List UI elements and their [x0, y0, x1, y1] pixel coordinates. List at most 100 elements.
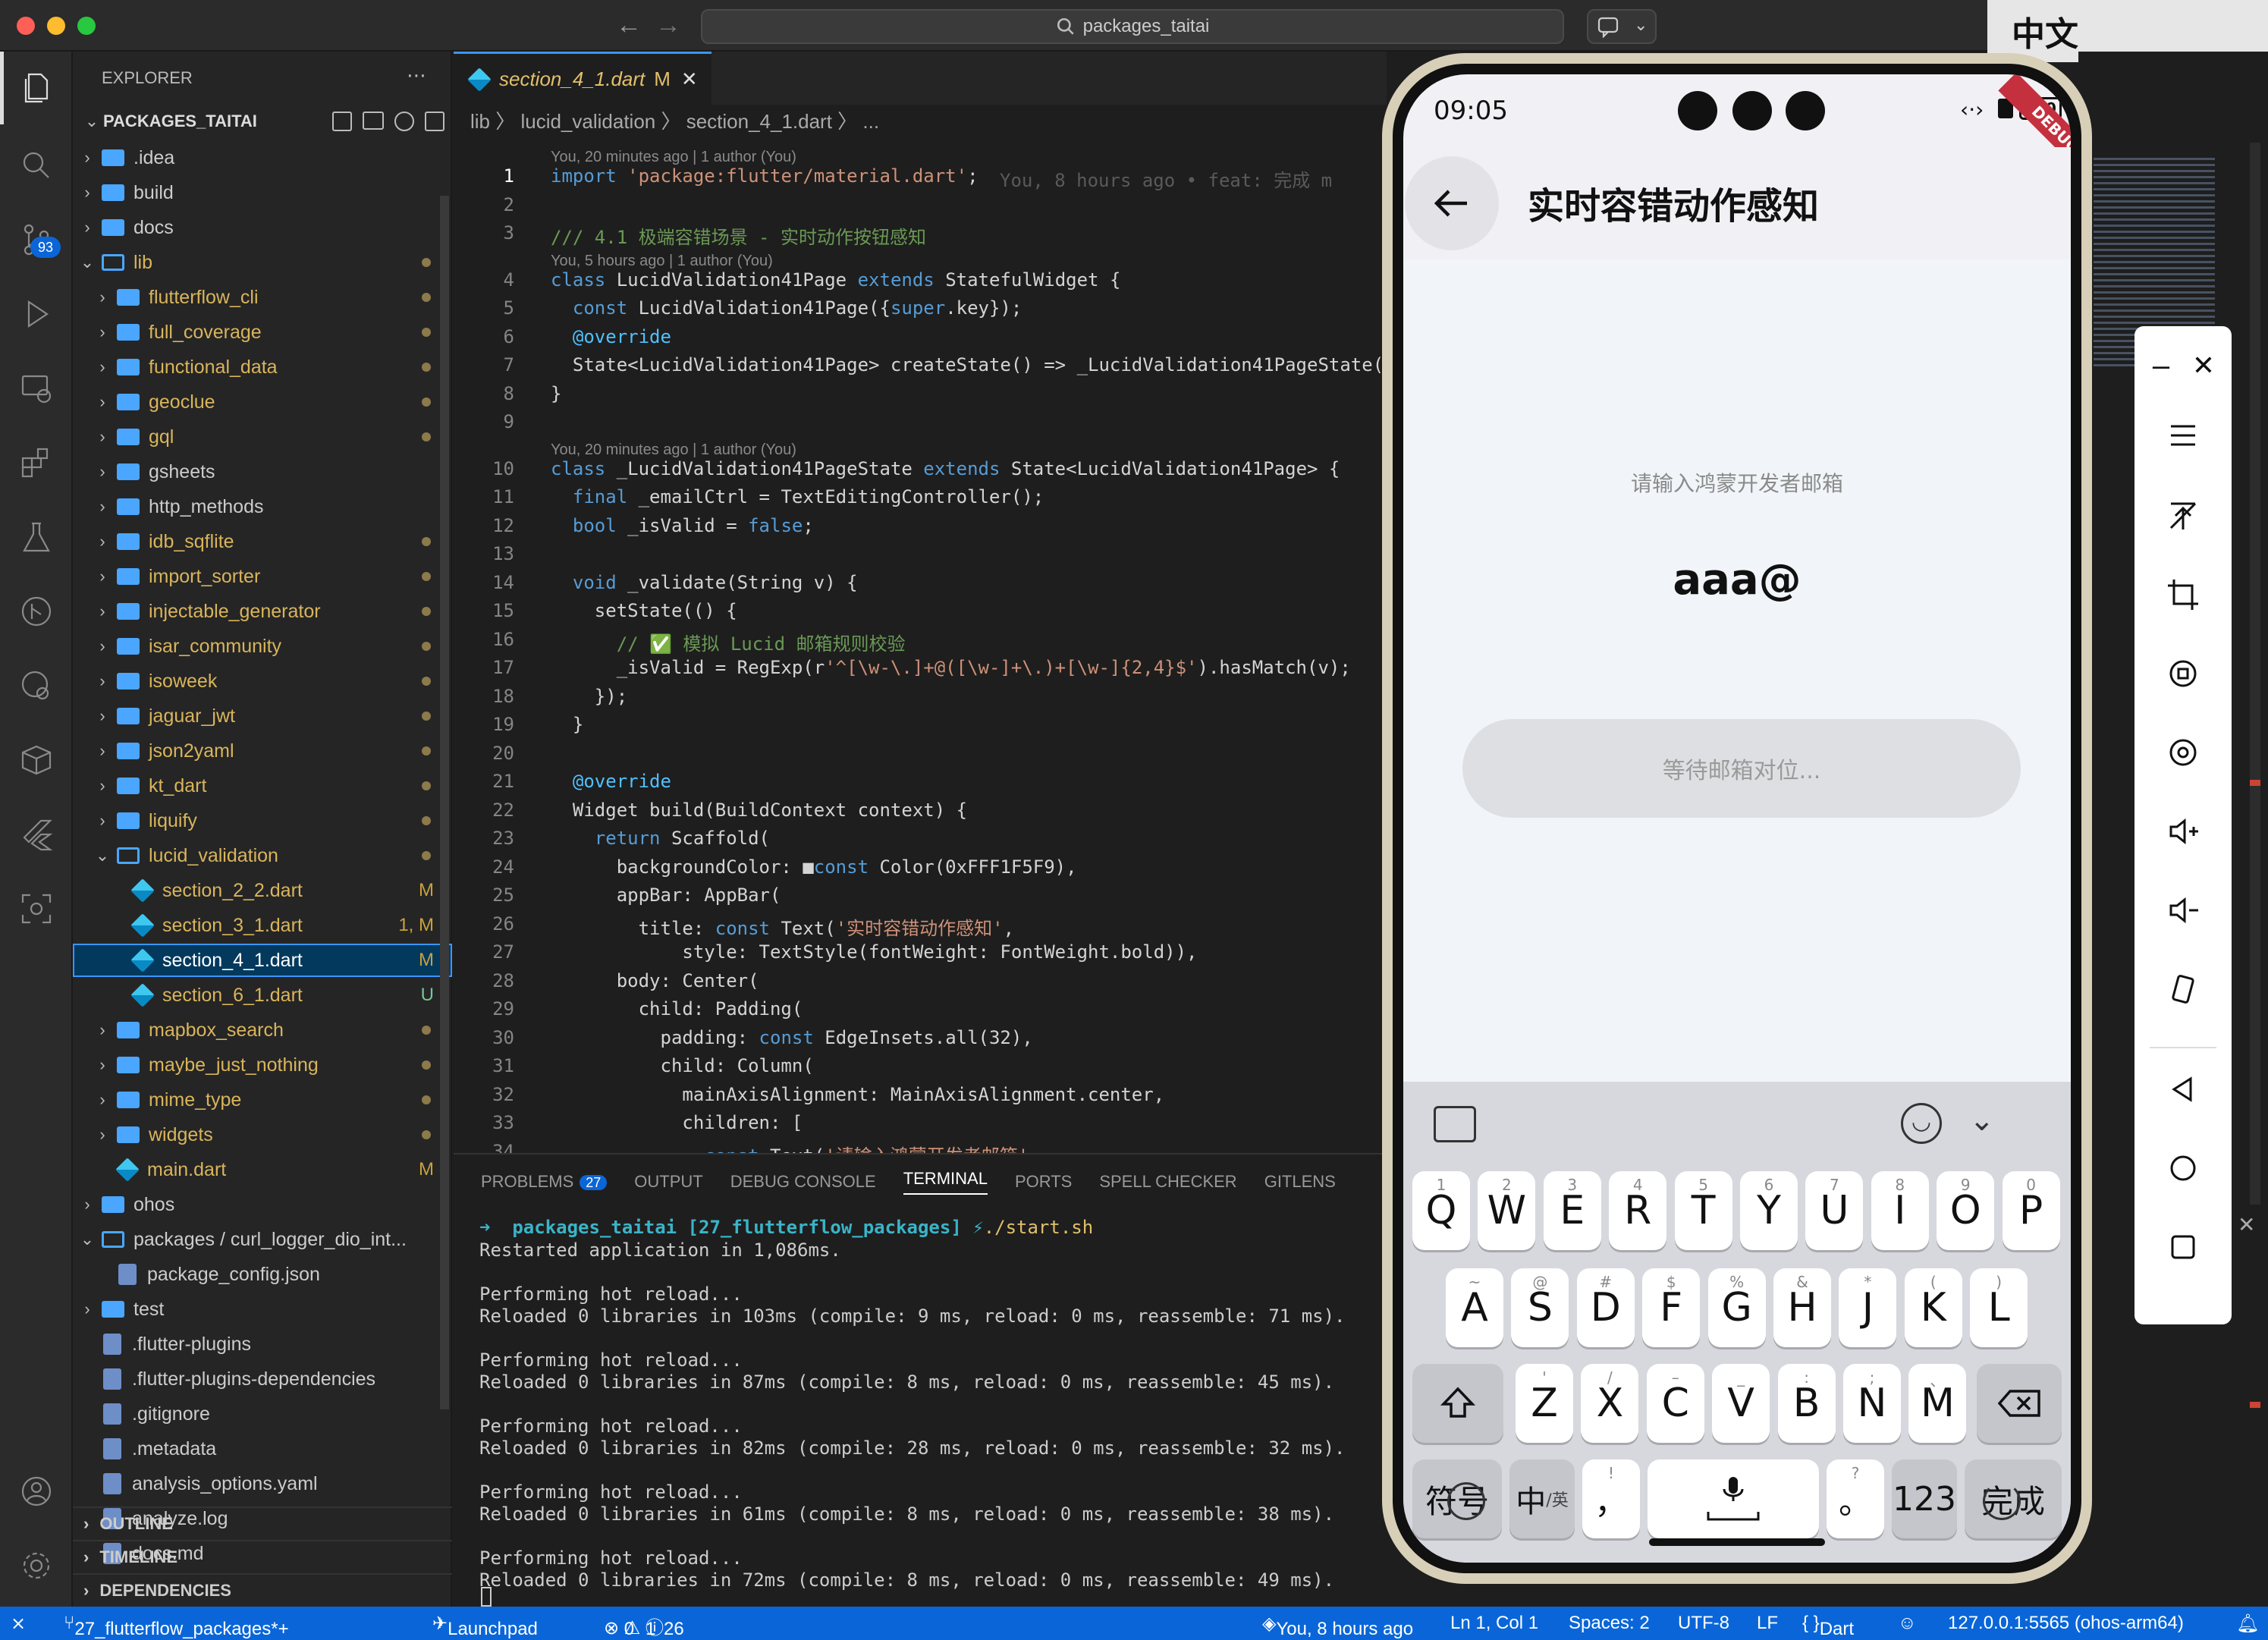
nav-recents-button[interactable]	[2153, 1217, 2213, 1277]
key-u[interactable]: 7U	[1805, 1171, 1864, 1250]
code-line[interactable]: mainAxisAlignment: MainAxisAlignment.cen…	[551, 1084, 1164, 1105]
tree-item[interactable]: .flutter-plugins	[73, 1327, 452, 1361]
accounts-activity[interactable]	[14, 1469, 59, 1514]
flutter-activity[interactable]	[14, 812, 59, 857]
panel-tab[interactable]: DEBUG CONSOLE	[730, 1172, 876, 1192]
key-f[interactable]: $ F	[1642, 1268, 1701, 1347]
branch-status[interactable]: ⑂ 27_flutterflow_packages*+	[64, 1613, 289, 1639]
remote-indicator-icon[interactable]: ⨯	[11, 1613, 26, 1635]
code-line[interactable]: style: TextStyle(fontWeight: FontWeight.…	[551, 941, 1197, 963]
tree-item[interactable]: .flutter-plugins-dependencies	[73, 1362, 452, 1396]
workspace-root[interactable]: ⌄ PACKAGES_TAITAI	[80, 106, 444, 137]
panel-tab[interactable]: SPELL CHECKER	[1099, 1172, 1236, 1192]
tree-item[interactable]: › full_coverage	[73, 316, 452, 349]
space-key[interactable]	[1648, 1459, 1819, 1538]
globe-icon[interactable]	[1447, 1482, 1485, 1520]
copilot-chat-button[interactable]: ⌄	[1587, 9, 1657, 44]
gitlens-activity[interactable]	[14, 589, 59, 634]
tree-item[interactable]: › mime_type	[73, 1083, 452, 1117]
key-t[interactable]: 5T	[1674, 1171, 1732, 1250]
back-arrow-icon[interactable]: ←	[616, 11, 642, 40]
tree-item[interactable]: › gql	[73, 420, 452, 454]
code-line[interactable]: // ✅ 模拟 Lucid 邮箱规则校验	[551, 629, 906, 655]
refresh-icon[interactable]	[394, 112, 414, 131]
tree-item[interactable]: › geoclue	[73, 385, 452, 419]
tree-item[interactable]: › .idea	[73, 141, 452, 174]
key-b[interactable]: :B	[1777, 1364, 1836, 1443]
close-panel-icon[interactable]: ✕	[2238, 1212, 2255, 1237]
comma-key[interactable]: !，	[1582, 1459, 1640, 1538]
key-y[interactable]: 6Y	[1740, 1171, 1798, 1250]
code-line[interactable]: Widget build(BuildContext context) {	[551, 800, 967, 821]
codelens-blame[interactable]: You, 5 hours ago | 1 author (You)	[551, 253, 773, 270]
code-line[interactable]: State<LucidValidation41Page> createState…	[551, 354, 1384, 375]
key-s[interactable]: @ S	[1511, 1268, 1569, 1347]
tree-item[interactable]: .gitignore	[73, 1397, 452, 1431]
tree-item[interactable]: section_2_2.dart M	[73, 874, 452, 907]
tree-item[interactable]: › maybe_just_nothing	[73, 1048, 452, 1082]
rotate-button[interactable]	[2153, 643, 2213, 704]
code-line[interactable]: child: Padding(	[551, 998, 803, 1020]
code-line[interactable]: title: const Text('实时容错动作感知',	[551, 913, 1014, 940]
dependencies-section[interactable]: › DEPENDENCIES	[73, 1573, 452, 1607]
close-window-button[interactable]	[17, 17, 35, 35]
code-editor[interactable]: You, 20 minutes ago | 1 author (You) 1 imp…	[454, 144, 1387, 1153]
tree-item[interactable]: › flutterflow_cli	[73, 281, 452, 314]
code-line[interactable]: });	[551, 686, 627, 707]
tree-item[interactable]: › import_sorter	[73, 560, 452, 593]
screen-capture-activity[interactable]	[14, 886, 59, 932]
tree-item[interactable]: ⌄ lib	[73, 246, 452, 279]
run-debug-activity[interactable]	[14, 291, 59, 337]
shift-key[interactable]	[1412, 1364, 1503, 1443]
tree-item[interactable]: › build	[73, 176, 452, 209]
volume-up-button[interactable]	[2153, 801, 2213, 862]
code-line[interactable]: body: Center(	[551, 970, 759, 991]
blame-status[interactable]: ◈ You, 8 hours ago	[1262, 1613, 1413, 1639]
back-button[interactable]	[1405, 156, 1499, 250]
more-actions-icon[interactable]: ⋯	[407, 64, 426, 87]
code-line[interactable]: void _validate(String v) {	[551, 572, 858, 593]
remote-explorer-activity[interactable]	[14, 366, 59, 411]
timeline-section[interactable]: › TIMELINE	[73, 1540, 452, 1573]
collapse-all-icon[interactable]	[425, 112, 444, 131]
key-g[interactable]: % G	[1707, 1268, 1766, 1347]
minimize-emulator-button[interactable]: –	[2142, 335, 2180, 396]
code-line[interactable]: class _LucidValidation41PageState extend…	[551, 458, 1340, 479]
new-file-icon[interactable]	[332, 112, 352, 131]
search-activity[interactable]	[14, 143, 59, 188]
email-input[interactable]: aaa@	[1403, 555, 2071, 605]
keyboard-settings-icon[interactable]	[1434, 1106, 1476, 1142]
code-line[interactable]: import 'package:flutter/material.dart';	[551, 165, 979, 187]
tab-section-4-1[interactable]: section_4_1.dart M ✕	[454, 52, 711, 105]
tree-item[interactable]: .metadata	[73, 1432, 452, 1466]
code-line[interactable]: return Scaffold(	[551, 828, 770, 849]
tree-item[interactable]: › gsheets	[73, 455, 452, 489]
home-indicator[interactable]	[1649, 1538, 1825, 1546]
breadcrumb[interactable]: lib 〉 lucid_validation 〉 section_4_1.dar…	[470, 106, 879, 134]
code-line[interactable]: setState(() {	[551, 600, 737, 621]
tree-item[interactable]: › functional_data	[73, 350, 452, 384]
codelens-blame[interactable]: You, 20 minutes ago | 1 author (You)	[551, 149, 796, 166]
terminal-output[interactable]: Restarted application in 1,086ms. Perfor…	[479, 1239, 1382, 1591]
indentation-status[interactable]: Spaces: 2	[1569, 1613, 1650, 1634]
panel-tab[interactable]: GITLENS	[1264, 1172, 1336, 1192]
tree-item[interactable]: ⌄ lucid_validation	[73, 839, 452, 872]
notifications-icon[interactable]: 🔔︎	[2236, 1613, 2259, 1635]
volume-down-button[interactable]	[2153, 880, 2213, 941]
code-line[interactable]: padding: const EdgeInsets.all(32),	[551, 1027, 1032, 1048]
key-i[interactable]: 8I	[1871, 1171, 1929, 1250]
code-line[interactable]: const LucidValidation41Page({super.key})…	[551, 297, 1022, 319]
tree-item[interactable]: › liquify	[73, 804, 452, 837]
key-z[interactable]: ' Z	[1516, 1364, 1573, 1443]
code-line[interactable]: }	[551, 714, 583, 735]
key-q[interactable]: 1Q	[1412, 1171, 1470, 1250]
close-emulator-button[interactable]: ✕	[2185, 335, 2222, 396]
tree-item[interactable]: › jaguar_jwt	[73, 699, 452, 733]
code-line[interactable]: backgroundColor: ■const Color(0xFFF1F5F9…	[551, 856, 1077, 878]
key-k[interactable]: (K	[1904, 1268, 1962, 1347]
code-line[interactable]: appBar: AppBar(	[551, 884, 781, 906]
manage-activity[interactable]	[14, 1543, 59, 1588]
key-n[interactable]: ; N	[1843, 1364, 1901, 1443]
tree-item[interactable]: › idb_sqflite	[73, 525, 452, 558]
language-status[interactable]: { } Dart	[1802, 1613, 1854, 1639]
